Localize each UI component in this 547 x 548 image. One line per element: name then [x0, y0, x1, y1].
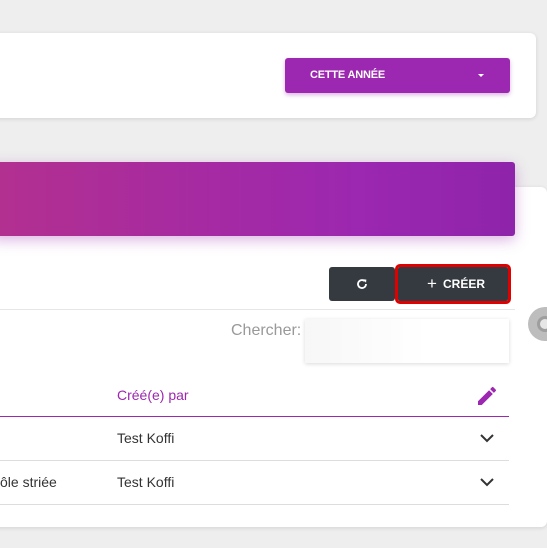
refresh-icon [357, 279, 367, 289]
chevron-down-icon[interactable] [479, 430, 495, 446]
chevron-down-icon[interactable] [479, 474, 495, 490]
create-button[interactable]: + CRÉER [395, 264, 511, 304]
search-input[interactable] [305, 319, 509, 363]
create-button-label: CRÉER [443, 277, 486, 291]
table-row[interactable]: ôle striée Test Koffi [0, 461, 509, 505]
gear-icon [537, 316, 547, 332]
table-header: Créé(e) par [0, 374, 509, 417]
period-dropdown-label: CETTE ANNÉE [310, 69, 386, 81]
period-dropdown[interactable]: CETTE ANNÉE [285, 58, 510, 93]
refresh-button[interactable] [329, 267, 395, 301]
plus-icon: + [427, 274, 437, 293]
search-label: Chercher: [231, 322, 302, 339]
row-name-cell: ôle striée [0, 474, 57, 490]
toolbar-divider [0, 309, 515, 310]
caret-down-icon [478, 74, 484, 77]
card-header-banner [0, 162, 515, 236]
row-created-by-cell: Test Koffi [117, 430, 175, 446]
column-header-created-by[interactable]: Créé(e) par [117, 387, 189, 403]
pencil-icon[interactable] [475, 384, 499, 408]
table-row[interactable]: Test Koffi [0, 417, 509, 461]
table-row[interactable] [0, 505, 509, 548]
row-created-by-cell: Test Koffi [117, 474, 175, 490]
